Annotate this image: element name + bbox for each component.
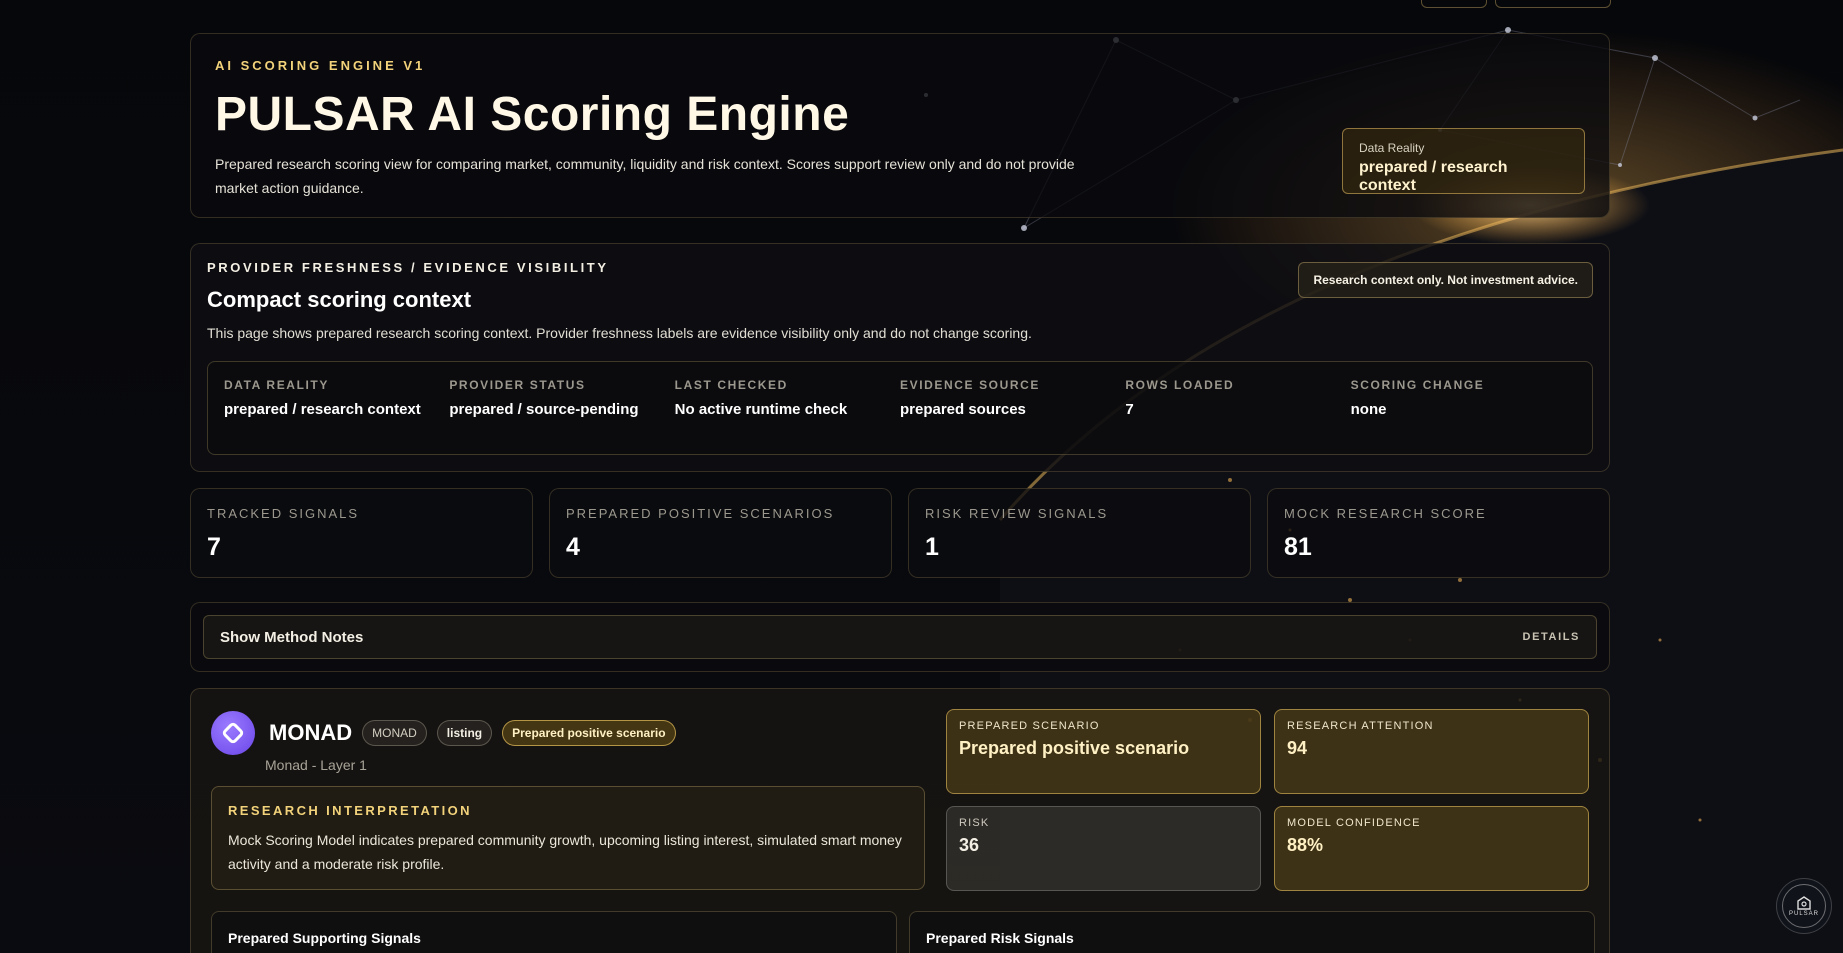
- stat-label: PREPARED POSITIVE SCENARIOS: [566, 506, 835, 521]
- ticker-pill: MONAD: [362, 720, 427, 746]
- fact-label: LAST CHECKED: [674, 378, 788, 392]
- fact-label: EVIDENCE SOURCE: [899, 378, 1041, 392]
- badge-label: Data Reality: [1359, 141, 1425, 155]
- context-facts: DATA REALITY prepared / research context…: [207, 361, 1593, 455]
- fact-value: prepared / research context: [224, 401, 421, 418]
- fact-value: prepared / source-pending: [449, 401, 639, 418]
- metric-risk: RISK 36: [946, 806, 1261, 891]
- coin-name: MONAD: [269, 720, 353, 745]
- fact-rows-loaded: ROWS LOADED 7: [1125, 378, 1350, 438]
- stat-risk-review: RISK REVIEW SIGNALS 1: [908, 488, 1251, 578]
- stat-positive-scenarios: PREPARED POSITIVE SCENARIOS 4: [549, 488, 892, 578]
- tag-pill: listing: [436, 720, 493, 746]
- metric-prepared-scenario: PREPARED SCENARIO Prepared positive scen…: [946, 709, 1261, 794]
- metric-value: 88%: [1287, 835, 1324, 855]
- hero-card: AI SCORING ENGINE V1 PULSAR AI Scoring E…: [190, 33, 1610, 218]
- data-reality-badge: Data Reality prepared / research context: [1342, 128, 1585, 194]
- assistant-ring: PULSAR: [1782, 884, 1826, 928]
- fact-last-checked: LAST CHECKED No active runtime check: [675, 378, 900, 438]
- monad-logo-icon: [211, 711, 255, 755]
- supporting-signals-card: Prepared Supporting Signals: [211, 911, 897, 953]
- fact-value: No active runtime check: [674, 401, 848, 418]
- fact-label: SCORING CHANGE: [1350, 378, 1485, 392]
- fact-label: PROVIDER STATUS: [449, 378, 586, 392]
- fact-value: prepared sources: [899, 401, 1026, 418]
- risk-signals-card: Prepared Risk Signals: [909, 911, 1595, 953]
- badge-value: prepared / research context: [1359, 159, 1508, 194]
- metric-label: PREPARED SCENARIO: [959, 720, 1100, 732]
- scenario-pill: Prepared positive scenario: [502, 720, 676, 746]
- risk-title: Prepared Risk Signals: [926, 930, 1074, 946]
- stat-label: MOCK RESEARCH SCORE: [1284, 506, 1487, 521]
- hero-eyebrow: AI SCORING ENGINE V1: [215, 58, 426, 73]
- metric-value: 94: [1287, 738, 1308, 758]
- metric-model-confidence: MODEL CONFIDENCE 88%: [1274, 806, 1589, 891]
- assistant-button[interactable]: PULSAR: [1776, 878, 1832, 934]
- supporting-title: Prepared Supporting Signals: [228, 930, 421, 946]
- metric-label: RISK: [959, 817, 990, 829]
- stat-value: 7: [207, 533, 221, 561]
- fact-label: DATA REALITY: [224, 378, 329, 392]
- metric-research-attention: RESEARCH ATTENTION 94: [1274, 709, 1589, 794]
- method-notes-card: Show Method Notes DETAILS: [190, 602, 1610, 672]
- fact-value: 7: [1125, 401, 1134, 418]
- fact-scoring-change: SCORING CHANGE none: [1351, 378, 1576, 438]
- interp-eyebrow: RESEARCH INTERPRETATION: [228, 803, 472, 818]
- top-tab[interactable]: [1495, 0, 1611, 8]
- stat-value: 4: [566, 533, 580, 561]
- fact-label: ROWS LOADED: [1125, 378, 1235, 392]
- top-tab[interactable]: [1421, 0, 1487, 8]
- stat-value: 81: [1284, 533, 1312, 561]
- context-description: This page shows prepared research scorin…: [207, 325, 1032, 341]
- stat-value: 1: [925, 533, 939, 561]
- interp-text: Mock Scoring Model indicates prepared co…: [228, 832, 902, 872]
- metric-value: 36: [959, 835, 980, 855]
- method-label: Show Method Notes: [220, 628, 364, 646]
- metric-value: Prepared positive scenario: [959, 738, 1190, 758]
- fact-provider-status: PROVIDER STATUS prepared / source-pendin…: [449, 378, 674, 438]
- advice-badge: Research context only. Not investment ad…: [1298, 262, 1593, 298]
- stat-label: RISK REVIEW SIGNALS: [925, 506, 1109, 521]
- assistant-icon: [1797, 895, 1811, 910]
- stat-mock-score: MOCK RESEARCH SCORE 81: [1267, 488, 1610, 578]
- stat-label: TRACKED SIGNALS: [207, 506, 360, 521]
- fact-evidence-source: EVIDENCE SOURCE prepared sources: [900, 378, 1125, 438]
- metric-label: RESEARCH ATTENTION: [1287, 720, 1434, 732]
- coin-card-monad: MONAD MONAD listing Prepared positive sc…: [190, 688, 1610, 953]
- show-method-notes-button[interactable]: Show Method Notes DETAILS: [203, 615, 1597, 659]
- scoring-context-card: PROVIDER FRESHNESS / EVIDENCE VISIBILITY…: [190, 243, 1610, 472]
- details-label: DETAILS: [1522, 631, 1580, 643]
- metric-label: MODEL CONFIDENCE: [1287, 817, 1421, 829]
- fact-data-reality: DATA REALITY prepared / research context: [224, 378, 449, 438]
- assistant-label: PULSAR: [1788, 910, 1819, 917]
- top-nav-tabs: [1421, 0, 1611, 8]
- hero-description: Prepared research scoring view for compa…: [215, 156, 1075, 196]
- research-interpretation: RESEARCH INTERPRETATION Mock Scoring Mod…: [211, 786, 925, 890]
- fact-value: none: [1350, 401, 1387, 418]
- stat-tracked-signals: TRACKED SIGNALS 7: [190, 488, 533, 578]
